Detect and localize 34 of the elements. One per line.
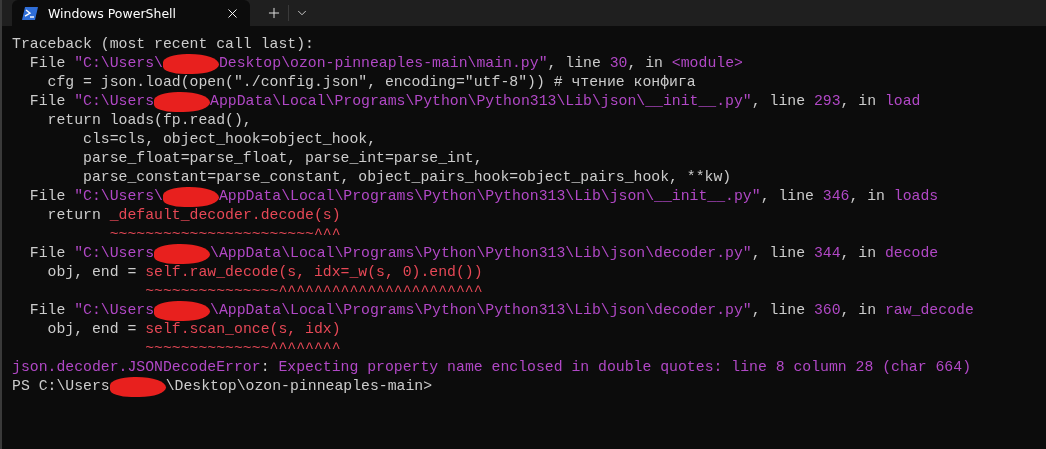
terminal-text: obj, end = self.raw_decode(s, idx=_w(s, 0).end()): [46, 263, 483, 282]
terminal-text: ~~~~~~~~~~~~~~~~~~~~~~~^^^: [108, 225, 341, 244]
terminal-text: parse_constant=parse_constant, object_pairs_hook=object_pairs_hook, **kw): [82, 168, 732, 187]
redaction-mark: [162, 186, 219, 207]
terminal-text: return loads(fp.read(),: [46, 111, 252, 130]
terminal-text: PS C:\Users: [12, 377, 110, 396]
redaction-mark: [162, 53, 219, 74]
terminal-text: cfg = json.load(open("./config.json", encoding="utf-8")) # чтение конфига: [46, 73, 696, 92]
terminal-text: parse_float=parse_float, parse_int=parse_int,: [82, 149, 483, 168]
terminal-text: cls=cls, object_hook=object_hook,: [82, 130, 377, 149]
terminal-text: ~~~~~~~~~~~~~~~^^^^^^^^^^^^^^^^^^^^^^^: [144, 282, 483, 301]
redaction-mark: [154, 300, 211, 321]
powershell-icon: [22, 6, 38, 20]
terminal-text: File "C:\Users\: [28, 54, 163, 73]
terminal-text: Traceback (most recent call last):: [12, 35, 314, 54]
terminal-text: AppData\Local\Programs\Python\Python313\Lib\json\__init__.py", line 346, in loads: [218, 187, 939, 206]
terminal-text: File "C:\Users\: [28, 187, 163, 206]
plus-icon: [266, 5, 282, 21]
redaction-mark: [154, 243, 211, 264]
terminal-text: json.decoder.JSONDecodeError: Expecting property name enclosed in double quotes: line 8 column 28 (char 664): [12, 358, 971, 377]
redaction-mark: [154, 91, 211, 112]
terminal-text: \AppData\Local\Programs\Python\Python313\Lib\json\decoder.py", line 360, in raw_decode: [210, 301, 974, 320]
terminal-tab[interactable]: Windows PowerShell: [12, 0, 250, 26]
terminal-text: AppData\Local\Programs\Python\Python313\Lib\json\__init__.py", line 293, in load: [210, 92, 921, 111]
terminal-text: File "C:\Users: [28, 92, 155, 111]
redaction-mark: [109, 376, 166, 397]
terminal-text: \Desktop\ozon-pinneaples-main>: [165, 377, 433, 396]
terminal-text: \AppData\Local\Programs\Python\Python313\Lib\json\decoder.py", line 344, in decode: [210, 244, 939, 263]
terminal-text: obj, end = self.scan_once(s, idx): [46, 320, 341, 339]
terminal-text: File "C:\Users: [28, 301, 155, 320]
terminal-text: File "C:\Users: [28, 244, 155, 263]
terminal-text: Desktop\ozon-pinneaples-main\main.py", line 30, in <module>: [218, 54, 743, 73]
terminal-text: return _default_decoder.decode(s): [46, 206, 341, 225]
terminal-text: ~~~~~~~~~~~~~~^^^^^^^^: [144, 339, 341, 358]
